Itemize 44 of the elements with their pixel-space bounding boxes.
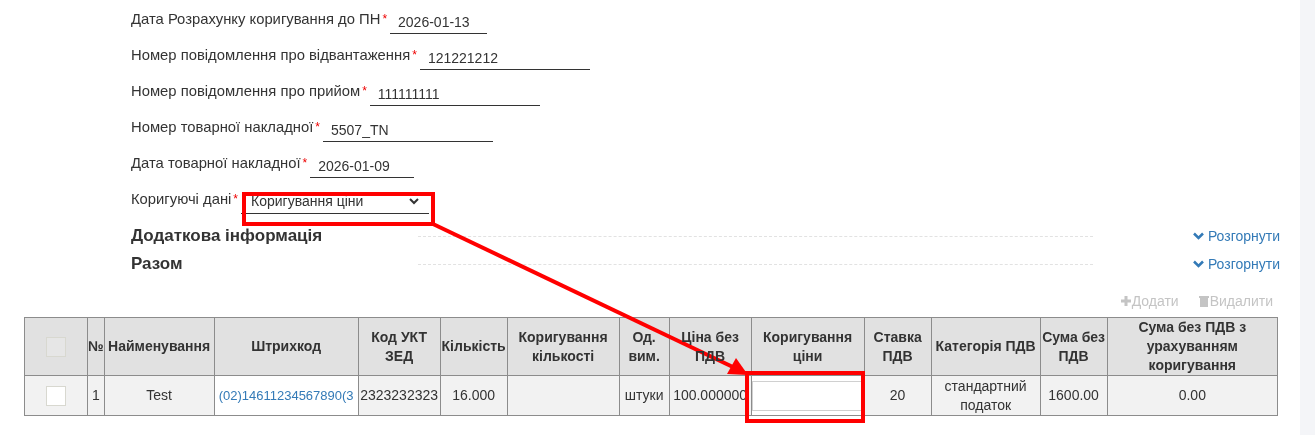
field-label: Коригуючі дані [131,189,232,209]
column-header: Категорія ПДВ [931,317,1041,376]
input-field[interactable]: 2026-01-09 [310,156,415,178]
expand-link[interactable]: Розгорнути [1192,225,1280,247]
dropdown[interactable]: Коригування ціни [241,190,429,214]
field-label: Номер повідомлення про прийом [131,81,361,101]
column-header: Ставка ПДВ [864,317,932,376]
field-label: Дата Розрахунку коригування до ПН [131,9,381,29]
table-cell: стандартний податок [931,375,1041,416]
input-field[interactable]: 121221212 [419,48,590,70]
expand-link[interactable]: Розгорнути [1192,253,1280,275]
column-header: № [87,317,105,376]
section-title: Додаткова інформація [131,225,324,248]
column-header: Сума без ПДВ [1040,317,1108,376]
required-asterisk: * [382,11,388,28]
required-asterisk: * [362,83,367,100]
table-cell: 1 [87,375,105,416]
column-header: Найменування [104,317,215,376]
table-cell: 20 [864,375,932,416]
required-asterisk: * [233,191,238,208]
input-field[interactable]: 5507_TN [323,120,493,142]
table-cell: Test [104,375,215,416]
column-header: Штрихкод [214,317,359,376]
required-asterisk: * [302,155,308,172]
required-asterisk: * [315,119,320,136]
column-header: Коригування кількості [507,317,620,376]
column-header: Код УКТ ЗЕД [358,317,441,376]
input-field[interactable]: 111111111 [369,84,540,106]
field-label: Дата товарної накладної [131,153,301,173]
section-title: Разом [131,253,184,276]
field-label: Номер товарної накладної [131,117,314,137]
table-cell: штуки [619,375,670,416]
column-header: Коригування ціни [751,317,865,376]
column-header: Од. вим. [619,317,670,376]
column-header: Кількість [440,317,508,376]
table-cell: 0.00 [1107,375,1278,416]
input-field[interactable]: 2026-01-13 [390,12,488,34]
column-header: Сума без ПДВ з урахуванням коригування [1107,317,1278,376]
table-cell: 1600.00 [1040,375,1108,416]
table-cell: 2323232323 [358,375,441,416]
field-label: Номер повідомлення про відвантаження [131,45,411,65]
required-asterisk: * [412,47,417,64]
table-cell: 100.000000 [669,375,752,416]
table-cell: 16.000 [440,375,508,416]
